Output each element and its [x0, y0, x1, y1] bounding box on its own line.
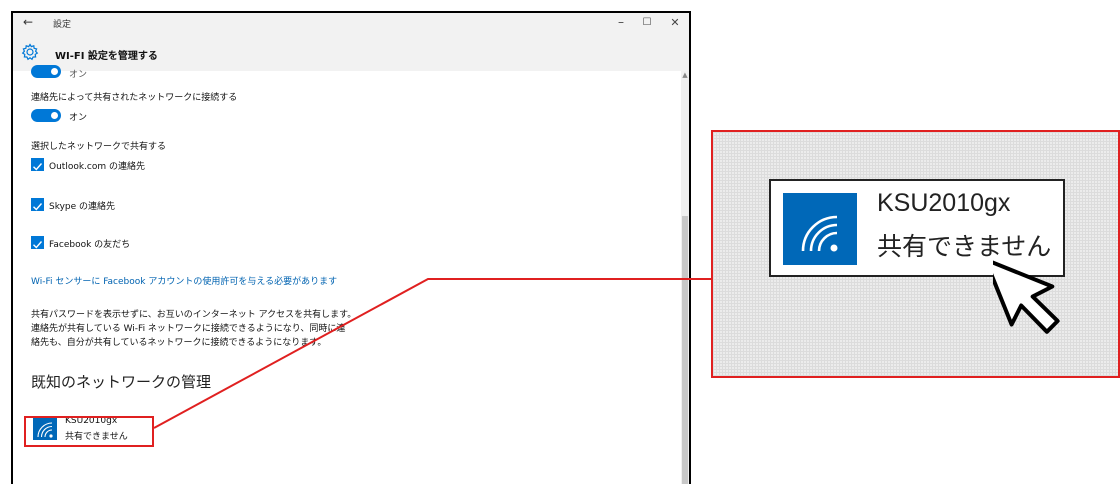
- contacts-toggle[interactable]: [31, 109, 61, 122]
- checkmark-icon: [33, 203, 43, 211]
- skype-checkbox-label: Skype の連絡先: [49, 202, 116, 212]
- checkmark-icon: [33, 163, 43, 171]
- gear-icon: [21, 43, 39, 65]
- description-line-3: 絡先も、自分が共有しているネットワークに接続できるようになります。: [31, 338, 327, 348]
- scrollbar[interactable]: [681, 71, 689, 484]
- facebook-checkbox-label: Facebook の友だち: [49, 240, 131, 250]
- settings-window: ← 設定 – ☐ ✕ WI-FI 設定を管理する オン 連絡先によって共有された…: [11, 11, 691, 484]
- close-button[interactable]: ✕: [665, 16, 685, 29]
- contacts-toggle-label: オン: [69, 113, 88, 123]
- partial-toggle-label: オン: [69, 70, 88, 80]
- scrollbar-thumb[interactable]: [682, 216, 688, 484]
- known-networks-title: 既知のネットワークの管理: [31, 373, 212, 391]
- window-title: 設定: [53, 20, 72, 30]
- description-line-1: 共有パスワードを表示せずに、お互いのインターネット アクセスを共有します。: [31, 310, 357, 320]
- page-header: WI-FI 設定を管理する: [13, 35, 689, 71]
- minimize-button[interactable]: –: [611, 15, 631, 29]
- scroll-up-icon[interactable]: ▲: [681, 71, 689, 79]
- wifi-icon: [783, 193, 857, 265]
- partial-toggle[interactable]: [31, 65, 61, 78]
- contacts-heading: 連絡先によって共有されたネットワークに接続する: [31, 93, 238, 103]
- checkmark-icon: [33, 241, 43, 249]
- zoom-network-name: KSU2010gx: [877, 189, 1011, 217]
- description-line-2: 連絡先が共有している Wi-Fi ネットワークに接続できるようになり、同時に連: [31, 324, 346, 334]
- back-button[interactable]: ←: [23, 15, 33, 29]
- network-highlight-box: [24, 416, 154, 447]
- facebook-permission-link[interactable]: Wi-Fi センサーに Facebook アカウントの使用許可を与える必要があり…: [31, 274, 337, 287]
- toggle-knob: [51, 112, 58, 119]
- page-title: WI-FI 設定を管理する: [55, 51, 158, 62]
- maximize-button[interactable]: ☐: [637, 17, 657, 28]
- title-bar: ← 設定 – ☐ ✕: [13, 13, 689, 35]
- outlook-checkbox-label: Outlook.com の連絡先: [49, 162, 145, 172]
- arrow-cursor-icon: [983, 244, 1083, 358]
- share-heading: 選択したネットワークで共有する: [31, 142, 167, 152]
- outlook-checkbox[interactable]: [31, 158, 44, 171]
- toggle-knob: [51, 68, 58, 75]
- zoom-callout: KSU2010gx 共有できません: [711, 130, 1120, 378]
- facebook-checkbox[interactable]: [31, 236, 44, 249]
- skype-checkbox[interactable]: [31, 198, 44, 211]
